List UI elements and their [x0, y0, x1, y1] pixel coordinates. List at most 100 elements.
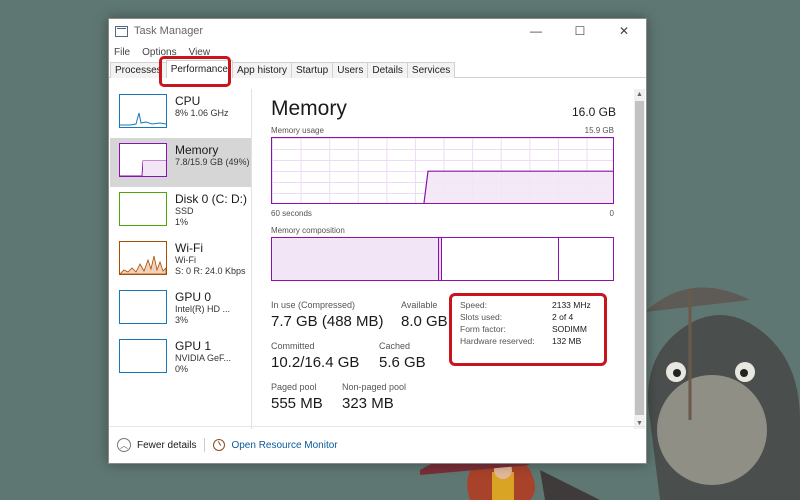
- hw-label: Form factor:: [460, 324, 506, 334]
- tab-users[interactable]: Users: [332, 62, 369, 78]
- memory-sparkline: [120, 160, 166, 177]
- hw-value: SODIMM: [552, 324, 587, 334]
- stat-label: Cached: [379, 341, 411, 351]
- memory-usage-area: [424, 171, 613, 203]
- sidebar-item-label: Disk 0 (C: D:): [175, 192, 247, 206]
- sidebar-item-detail: 0%: [175, 364, 189, 374]
- stat-value: 10.2/16.4 GB: [271, 354, 360, 371]
- sidebar-item-gpu-0[interactable]: GPU 0 Intel(R) HD ... 3%: [110, 285, 251, 334]
- task-manager-window: Task Manager — ☐ ✕ File Options View Pro…: [108, 18, 647, 464]
- window-controls: — ☐ ✕: [514, 19, 646, 43]
- graph-time-left: 60 seconds: [271, 209, 312, 218]
- sidebar-item-detail: NVIDIA GeF...: [175, 353, 232, 363]
- tab-app-history[interactable]: App history: [231, 62, 292, 78]
- sidebar-item-detail: Wi-Fi: [175, 255, 196, 265]
- hardware-info-highlight: Speed: 2133 MHz Slots used: 2 of 4 Form …: [449, 293, 607, 366]
- memory-thumbnail-graph: [119, 143, 167, 177]
- gpu1-thumbnail-graph: [119, 339, 167, 373]
- composition-in-use: [272, 238, 439, 280]
- disk-thumbnail-graph: [119, 192, 167, 226]
- chevron-up-icon[interactable]: ︿: [117, 438, 131, 452]
- tab-details[interactable]: Details: [367, 62, 408, 78]
- sidebar-item-wifi[interactable]: Wi-Fi Wi-Fi S: 0 R: 24.0 Kbps: [110, 236, 251, 285]
- stat-value: 7.7 GB (488 MB): [271, 313, 384, 330]
- sidebar-item-detail: S: 0 R: 24.0 Kbps: [175, 266, 246, 276]
- performance-tab-highlight: [159, 56, 231, 87]
- sidebar-item-cpu[interactable]: CPU 8% 1.06 GHz: [110, 89, 251, 138]
- stat-label: Committed: [271, 341, 315, 351]
- stat-value: 555 MB: [271, 395, 323, 412]
- sidebar-item-detail: 3%: [175, 315, 189, 325]
- hw-form-factor: Form factor: SODIMM: [460, 323, 604, 335]
- wifi-sparkline: [119, 255, 167, 275]
- stat-label: Non-paged pool: [342, 382, 407, 392]
- memory-usage-line: [423, 170, 613, 203]
- composition-standby: [442, 238, 559, 280]
- sidebar-item-memory[interactable]: Memory 7.8/15.9 GB (49%): [110, 138, 251, 187]
- wifi-thumbnail-graph: [119, 241, 167, 275]
- footer-divider: [204, 438, 206, 452]
- tab-services[interactable]: Services: [406, 62, 456, 78]
- memory-usage-label: Memory usage: [271, 126, 324, 135]
- hw-label: Speed:: [460, 300, 487, 310]
- performance-sidebar: CPU 8% 1.06 GHz Memory 7.8/15.9 GB (49%)…: [110, 89, 252, 429]
- sidebar-item-label: Wi-Fi: [175, 241, 203, 255]
- sidebar-item-label: GPU 1: [175, 339, 212, 353]
- sidebar-item-gpu-1[interactable]: GPU 1 NVIDIA GeF... 0%: [110, 334, 251, 383]
- title-bar[interactable]: Task Manager — ☐ ✕: [109, 19, 646, 43]
- stat-label: Available: [401, 300, 438, 310]
- hw-label: Slots used:: [460, 312, 503, 322]
- tab-startup[interactable]: Startup: [290, 62, 334, 78]
- maximize-button[interactable]: ☐: [558, 19, 602, 43]
- stat-available: Available 8.0 GB: [401, 300, 448, 330]
- hw-speed: Speed: 2133 MHz: [460, 299, 604, 311]
- hw-reserved: Hardware reserved: 132 MB: [460, 335, 604, 347]
- sidebar-item-label: Memory: [175, 143, 219, 157]
- task-manager-icon: [115, 25, 128, 37]
- memory-usage-graph: [271, 137, 614, 204]
- memory-detail-panel: Memory 16.0 GB Memory usage 15.9 GB 60 s…: [271, 97, 631, 281]
- memory-composition-graph: [271, 237, 614, 281]
- stat-paged-pool: Paged pool 555 MB: [271, 382, 323, 412]
- window-title: Task Manager: [134, 25, 204, 37]
- memory-usage-max: 15.9 GB: [584, 126, 614, 135]
- stat-in-use: In use (Compressed) 7.7 GB (488 MB): [271, 300, 384, 330]
- minimize-button[interactable]: —: [514, 19, 558, 43]
- cpu-sparkline: [120, 112, 167, 126]
- sidebar-item-label: CPU: [175, 94, 201, 108]
- memory-composition-label: Memory composition: [271, 226, 345, 235]
- vertical-scrollbar[interactable]: ▲ ▼: [634, 89, 645, 429]
- resource-monitor-icon[interactable]: [213, 439, 226, 451]
- hw-slots: Slots used: 2 of 4: [460, 311, 604, 323]
- close-button[interactable]: ✕: [602, 19, 646, 43]
- graph-time-right: 0: [609, 209, 614, 218]
- stat-label: In use (Compressed): [271, 300, 356, 310]
- stat-non-paged-pool: Non-paged pool 323 MB: [342, 382, 406, 412]
- stat-value: 323 MB: [342, 395, 394, 412]
- stat-committed: Committed 10.2/16.4 GB: [271, 341, 359, 371]
- fewer-details-button[interactable]: Fewer details: [137, 440, 196, 451]
- open-resource-monitor-link[interactable]: Open Resource Monitor: [231, 440, 337, 451]
- sidebar-item-detail: SSD: [175, 206, 194, 216]
- stat-label: Paged pool: [271, 382, 317, 392]
- total-memory: 16.0 GB: [571, 105, 616, 119]
- scrollbar-thumb[interactable]: [635, 101, 644, 415]
- scroll-up-icon[interactable]: ▲: [634, 89, 645, 100]
- cpu-thumbnail-graph: [119, 94, 167, 128]
- sidebar-item-detail: 7.8/15.9 GB (49%): [175, 157, 250, 167]
- stat-cached: Cached 5.6 GB: [379, 341, 426, 371]
- sidebar-item-detail: 1%: [175, 217, 189, 227]
- page-title: Memory: [271, 97, 347, 120]
- hw-label: Hardware reserved:: [460, 336, 535, 346]
- menu-file[interactable]: File: [114, 47, 130, 58]
- stat-value: 8.0 GB: [401, 313, 448, 330]
- footer-bar: ︿ Fewer details Open Resource Monitor: [109, 426, 646, 463]
- sidebar-item-detail: Intel(R) HD ...: [175, 304, 231, 314]
- hw-value: 2 of 4: [552, 312, 574, 322]
- sidebar-item-label: GPU 0: [175, 290, 212, 304]
- sidebar-item-disk[interactable]: Disk 0 (C: D:) SSD 1%: [110, 187, 251, 236]
- hw-value: 2133 MHz: [552, 300, 591, 310]
- gpu0-thumbnail-graph: [119, 290, 167, 324]
- stat-value: 5.6 GB: [379, 354, 426, 371]
- composition-free: [559, 238, 613, 280]
